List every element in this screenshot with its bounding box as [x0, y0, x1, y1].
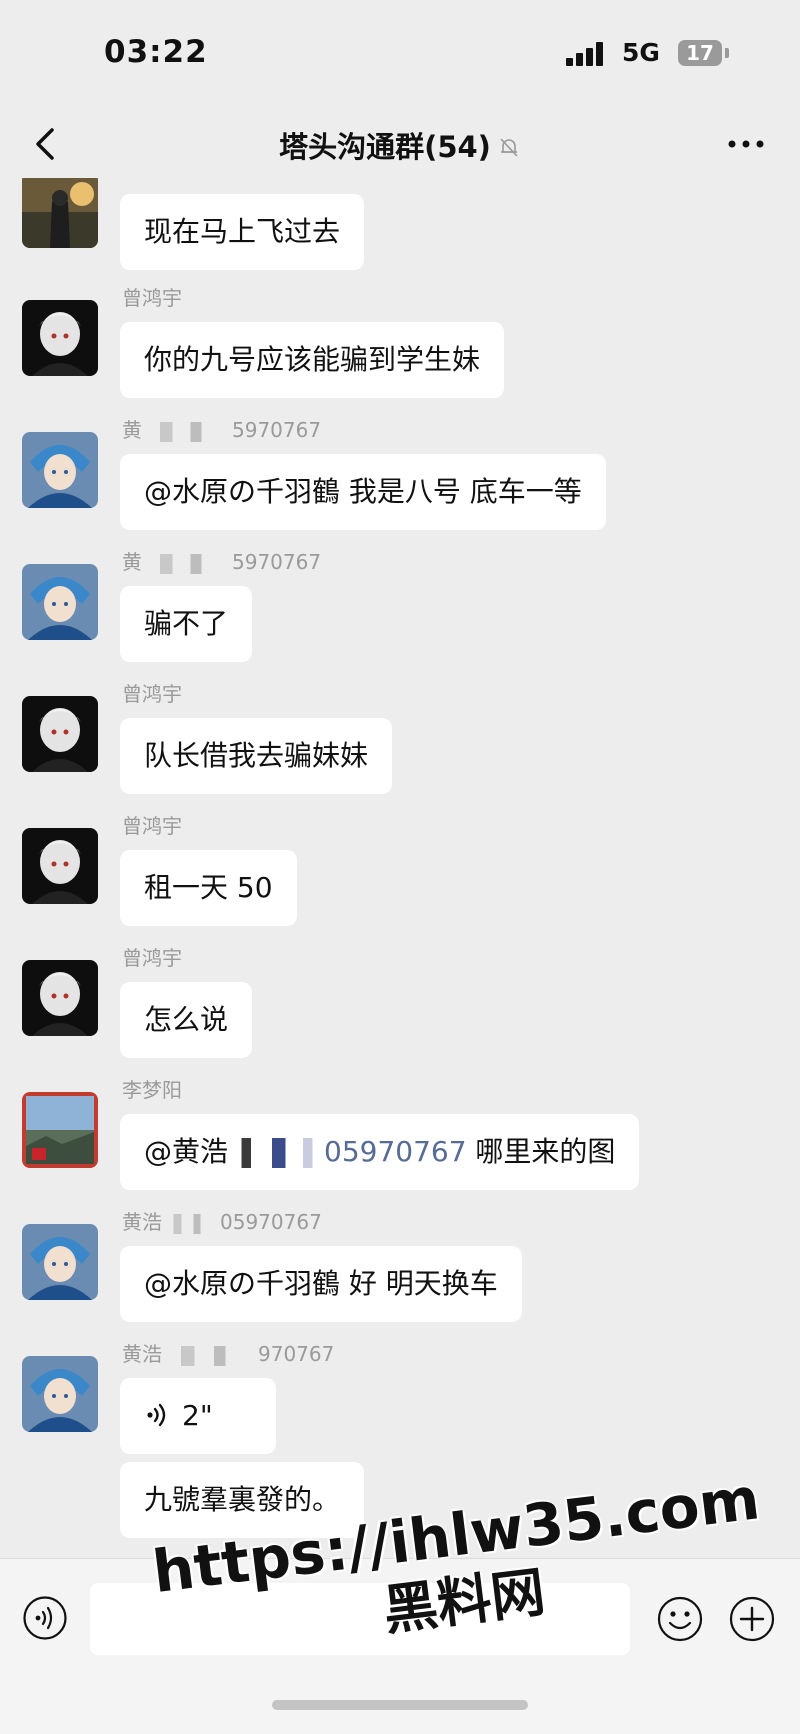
sender-name-prefix: 黄 [122, 418, 142, 442]
message-bubble[interactable]: 队长借我去骗妹妹 [120, 718, 393, 794]
more-dots-icon[interactable] [720, 122, 772, 166]
sender-name-suffix: 970767 [258, 1342, 335, 1366]
voice-duration: 2" [182, 1399, 213, 1432]
sender-name-prefix: 黄浩 [122, 1210, 162, 1234]
voice-icon[interactable] [22, 1595, 68, 1641]
message-bubble[interactable]: 骗不了 [120, 586, 253, 662]
emoji-icon[interactable] [656, 1595, 704, 1643]
sender-name: 黄 5970767 [122, 546, 321, 575]
message-bubble[interactable]: @黄浩 05970767 哪里来的图 [120, 1114, 640, 1190]
message-bubble[interactable]: @水原の千羽鶴 我是八号 底车一等 [120, 454, 606, 530]
chat-title: 塔头沟通群(54) [279, 130, 491, 164]
avatar[interactable] [22, 696, 98, 772]
sender-name: 曾鸿宇 [122, 682, 182, 706]
message-bubble[interactable]: 怎么说 [120, 982, 253, 1058]
avatar[interactable] [22, 828, 98, 904]
message-bubble[interactable]: 租一天 50 [120, 850, 297, 926]
message-bubble[interactable]: 你的九号应该能骗到学生妹 [120, 322, 505, 398]
avatar[interactable] [22, 1356, 98, 1432]
avatar[interactable] [22, 1224, 98, 1300]
sender-name: 曾鸿宇 [122, 814, 182, 838]
message-bubble[interactable]: 现在马上飞过去 [120, 194, 365, 270]
redaction-mosaic [162, 1213, 220, 1234]
avatar[interactable] [22, 432, 98, 508]
sender-name-suffix: 05970767 [220, 1210, 322, 1234]
sender-name: 黄浩 05970767 [122, 1206, 322, 1235]
message-text: 哪里来的图 [466, 1135, 616, 1168]
message-list[interactable]: 现在马上飞过去 曾鸿宇 你的九号应该能骗到学生妹 黄 5970767 @水原の千羽… [0, 178, 800, 1558]
sender-name-suffix: 5970767 [232, 418, 322, 442]
signal-icon [566, 42, 606, 66]
message-bubble[interactable]: @水原の千羽鶴 好 明天换车 [120, 1246, 522, 1322]
home-indicator [272, 1700, 528, 1710]
status-bar: 03:22 5G 17 [0, 0, 800, 110]
voice-message-bubble[interactable]: 2" [120, 1378, 276, 1454]
bell-off-icon [500, 138, 518, 157]
sender-name: 黄浩 970767 [122, 1338, 334, 1367]
battery-tip [725, 48, 729, 58]
sender-name: 曾鸿宇 [122, 946, 182, 970]
avatar[interactable] [22, 300, 98, 376]
redaction-mosaic [142, 421, 232, 442]
redaction-mosaic [162, 1345, 258, 1366]
mention-text: @黄浩 [144, 1135, 229, 1168]
chat-header: 塔头沟通群(54) [0, 110, 800, 178]
plus-circle-icon[interactable] [728, 1595, 776, 1643]
sender-name-prefix: 黄浩 [122, 1342, 162, 1366]
sender-name-prefix: 黄 [122, 550, 142, 574]
redaction-mosaic [228, 1138, 325, 1168]
sender-name: 曾鸿宇 [122, 286, 182, 310]
avatar[interactable] [22, 960, 98, 1036]
redaction-mosaic [142, 553, 232, 574]
avatar[interactable] [22, 178, 98, 248]
avatar[interactable] [22, 564, 98, 640]
voice-wave-icon [147, 1403, 166, 1427]
chat-title-wrap: 塔头沟通群(54) [0, 124, 800, 166]
battery-icon: 17 [678, 40, 722, 66]
status-time: 03:22 [104, 34, 208, 70]
message-input[interactable] [90, 1583, 630, 1655]
sender-name-suffix: 5970767 [232, 550, 322, 574]
sender-name: 黄 5970767 [122, 414, 321, 443]
network-type: 5G [622, 38, 660, 67]
message-bubble[interactable]: 九號羣裏發的。 [120, 1462, 365, 1538]
sender-name: 李梦阳 [122, 1078, 182, 1102]
avatar[interactable] [22, 1092, 98, 1168]
mention-link[interactable]: 05970767 [324, 1135, 467, 1168]
